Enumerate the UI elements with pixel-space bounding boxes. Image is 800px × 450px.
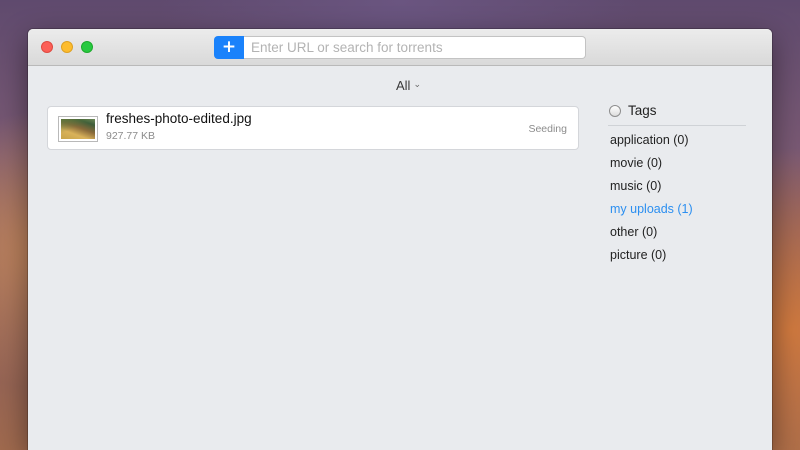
image-thumbnail-icon xyxy=(58,116,98,142)
tag-item-picture[interactable]: picture (0) xyxy=(608,248,746,271)
tag-item-my-uploads[interactable]: my uploads (1) xyxy=(608,202,746,225)
app-window: + All ⌄ freshes-photo-edited.jpg 927.77 … xyxy=(28,29,772,450)
tag-item-music[interactable]: music (0) xyxy=(608,179,746,202)
tag-item-other[interactable]: other (0) xyxy=(608,225,746,248)
plus-icon: + xyxy=(221,37,237,57)
tags-toggle-icon[interactable] xyxy=(609,104,621,117)
filter-dropdown[interactable]: All ⌄ xyxy=(396,77,421,93)
tags-title: Tags xyxy=(628,103,657,118)
tag-list: application (0) movie (0) music (0) my u… xyxy=(608,133,746,271)
minimize-window-button[interactable] xyxy=(61,41,73,53)
torrent-status: Seeding xyxy=(528,123,567,135)
torrent-name: freshes-photo-edited.jpg xyxy=(106,111,252,126)
title-bar: + xyxy=(28,29,772,66)
add-torrent-button[interactable]: + xyxy=(214,36,244,59)
tags-panel: Tags application (0) movie (0) music (0)… xyxy=(608,102,746,271)
filter-label: All xyxy=(396,77,411,93)
tag-item-movie[interactable]: movie (0) xyxy=(608,156,746,179)
close-window-button[interactable] xyxy=(41,41,53,53)
tags-header[interactable]: Tags xyxy=(608,102,746,119)
tags-divider xyxy=(608,125,746,126)
chevron-down-icon: ⌄ xyxy=(413,80,421,90)
torrent-size: 927.77 KB xyxy=(106,130,156,142)
tag-item-application[interactable]: application (0) xyxy=(608,133,746,156)
zoom-window-button[interactable] xyxy=(81,41,93,53)
torrent-item[interactable]: freshes-photo-edited.jpg 927.77 KB Seedi… xyxy=(47,106,579,150)
search-input[interactable] xyxy=(244,36,586,59)
